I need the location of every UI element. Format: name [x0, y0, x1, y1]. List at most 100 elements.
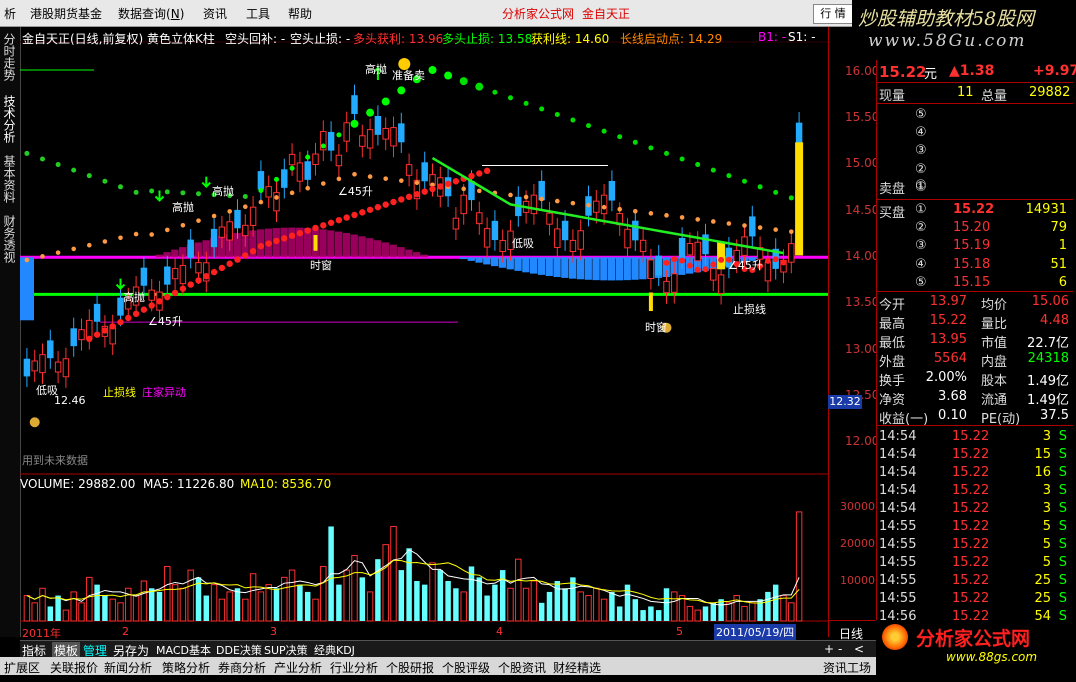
tab-dde[interactable]: DDE决策: [216, 642, 262, 658]
orange-dot: [555, 198, 560, 204]
volume-bar: [187, 569, 194, 622]
ext-tab-9[interactable]: 个股资讯: [498, 659, 546, 676]
scroll-left[interactable]: <: [854, 642, 864, 656]
volume-bar: [140, 580, 148, 622]
candle-body: [764, 261, 772, 282]
annot-stop-line-2: 止损线: [733, 303, 766, 316]
stat-row: 今开 13.97 均价 15.06: [879, 294, 1069, 313]
red-dot: [413, 191, 421, 198]
bull-dot: [289, 165, 295, 171]
candle-body: [600, 194, 608, 215]
ext-tab-5[interactable]: 产业分析: [274, 659, 322, 676]
orange-dot: [742, 223, 747, 228]
candle-body: [390, 127, 397, 147]
buy-row: 买盘 ① 15.22 14931: [879, 202, 1067, 221]
annot-stop-line-1: 止损线: [103, 386, 136, 399]
ma10-line: [26, 559, 800, 604]
candle-body: [491, 220, 499, 241]
zoom-minus[interactable]: -: [838, 642, 842, 656]
tab-profile[interactable]: 基本资料: [2, 155, 18, 203]
orange-dot: [196, 218, 201, 223]
red-dot: [374, 203, 382, 211]
ext-tab-1[interactable]: 关联报价: [50, 659, 98, 676]
menu-item-data-query[interactable]: 数据查询(N): [118, 5, 184, 22]
tick-row: 14:54 15.22 3 S: [879, 483, 1067, 498]
red-dot: [234, 256, 241, 263]
bull-dot: [710, 167, 716, 173]
red-dot: [468, 172, 475, 180]
red-dot: [702, 266, 709, 273]
yellow-3d-bar: [795, 142, 804, 256]
stat-row: 外盘 5564 内盘 24318: [879, 351, 1069, 370]
bull-dot: [601, 128, 607, 134]
time-label-year: 2011年: [22, 627, 61, 640]
bull-dot: [570, 117, 576, 123]
ext-tab-2[interactable]: 新闻分析: [104, 659, 152, 676]
volume-bar: [538, 602, 545, 621]
bull-dot: [554, 111, 560, 117]
tab-sup[interactable]: SUP决策: [264, 642, 308, 658]
sell-row: ④: [915, 125, 927, 141]
volume-bar: [164, 565, 171, 622]
info-workshop-tab[interactable]: 资讯工场: [823, 659, 871, 676]
annot-ready-sell: 准备卖: [392, 69, 425, 82]
tab-kdj[interactable]: 经典KDJ: [314, 642, 355, 658]
orange-dot: [102, 239, 108, 244]
kline-chart[interactable]: 金自天正(日线,前复权) 黄色立体K柱 空头回补: - 空头止损: - 多头获利…: [20, 27, 828, 640]
ext-tab-0[interactable]: 扩展区: [4, 659, 40, 676]
ext-tab-4[interactable]: 券商分析: [218, 659, 266, 676]
volume-bar: [257, 591, 265, 622]
candle-body: [530, 194, 538, 215]
candle-body: [195, 262, 202, 274]
candle-body: [78, 329, 85, 341]
ext-tab-8[interactable]: 个股评级: [442, 659, 490, 676]
volume-bar: [453, 588, 459, 621]
volume-bar: [320, 565, 327, 622]
candle-body: [187, 239, 194, 258]
bull-dot: [664, 150, 669, 156]
period-box[interactable]: 日线: [829, 620, 876, 641]
candle-body: [405, 164, 413, 176]
orange-dot: [149, 232, 154, 237]
tab-intraday[interactable]: 分时走势: [2, 33, 18, 81]
brand-link[interactable]: 分析家公式网: [502, 5, 574, 22]
b1-label: B1: -: [758, 30, 787, 44]
quote-tab[interactable]: 行 情: [813, 4, 853, 24]
candle-body: [359, 135, 366, 147]
quote-change: ▲1.38: [949, 63, 995, 79]
orange-dot: [211, 213, 217, 219]
red-dot: [382, 201, 389, 208]
tab-finance[interactable]: 财务透视: [2, 215, 18, 263]
candle-body: [632, 220, 639, 241]
volume-bar: [429, 562, 436, 622]
osc-bar: [374, 240, 382, 258]
volume-bar: [226, 591, 233, 622]
axis-price-15-5: 15.50: [845, 110, 880, 124]
menu-item-hk-futures[interactable]: 港股期货基金: [30, 5, 102, 22]
buy-row: ③ 15.19 1: [915, 238, 1067, 254]
volume-bar: [390, 525, 397, 622]
ext-tab-10[interactable]: 财经精选: [553, 659, 601, 676]
annot-dealer: 庄家异动: [142, 386, 186, 399]
menu-item-analysis[interactable]: 析: [4, 5, 16, 22]
red-dot: [405, 193, 413, 201]
tab-macd[interactable]: MACD基本: [156, 642, 211, 658]
bull-dot: [586, 123, 591, 129]
menu-item-tools[interactable]: 工具: [246, 5, 270, 22]
ext-tab-7[interactable]: 个股研报: [386, 659, 434, 676]
bull-dot: [428, 66, 437, 74]
tick-row: 14:54 15.22 3 S: [879, 501, 1067, 516]
ext-tab-3[interactable]: 策略分析: [162, 659, 210, 676]
volume-bar: [655, 610, 662, 621]
bull-dot: [305, 154, 311, 160]
bull-dot: [55, 162, 61, 168]
zoom-plus[interactable]: +: [824, 642, 834, 656]
ext-tab-6[interactable]: 行业分析: [330, 659, 378, 676]
menu-item-news[interactable]: 资讯: [203, 5, 227, 22]
bull-gain-label: 多头获利: 13.96: [353, 32, 444, 46]
candle-body: [296, 162, 304, 182]
volume-bar: [132, 595, 140, 622]
menu-item-help[interactable]: 帮助: [288, 5, 312, 22]
red-dot: [140, 306, 148, 313]
tab-technical[interactable]: 技术分析: [2, 95, 18, 143]
